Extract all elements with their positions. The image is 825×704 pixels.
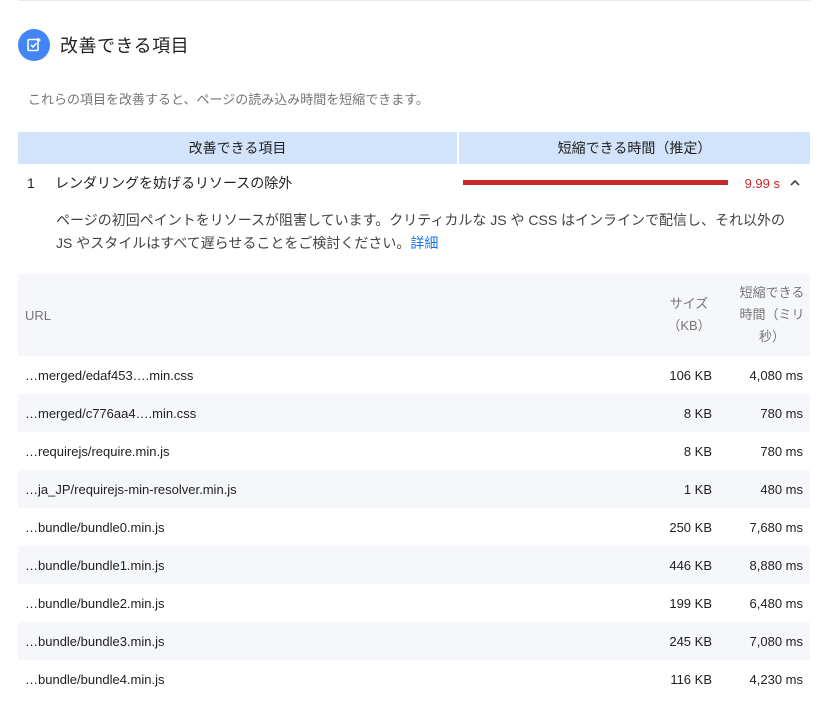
table-row: …requirejs/require.min.js 8 KB 780 ms: [18, 432, 810, 470]
resource-savings: 7,680 ms: [749, 519, 803, 535]
table-row: …bundle/bundle3.min.js 245 KB 7,080 ms: [18, 622, 810, 660]
resource-size: 106 KB: [669, 367, 712, 383]
learn-more-link[interactable]: 詳細: [410, 235, 438, 251]
table-row: …bundle/bundle4.min.js 116 KB 4,230 ms: [18, 660, 810, 698]
resource-url[interactable]: …requirejs/require.min.js: [18, 444, 618, 459]
resource-url[interactable]: …merged/edaf453….min.css: [18, 368, 618, 383]
resource-url[interactable]: …bundle/bundle2.min.js: [18, 596, 618, 611]
audit-index: 1: [27, 175, 35, 191]
column-header-opportunity: 改善できる項目: [18, 132, 457, 164]
table-row: …merged/edaf453….min.css 106 KB 4,080 ms: [18, 356, 810, 394]
resource-size: 245 KB: [669, 633, 712, 649]
resource-size: 1 KB: [683, 481, 712, 497]
details-header: URL サイズ （KB） 短縮できる 時間（ミリ 秒）: [18, 274, 810, 356]
top-divider: [18, 0, 810, 1]
savings-bar-fill: [463, 180, 728, 185]
resource-savings: 4,230 ms: [749, 671, 803, 687]
column-header-savings: 短縮できる時間（推定）: [459, 132, 810, 164]
size-header-line2: （KB）: [667, 318, 711, 333]
resource-url[interactable]: …bundle/bundle3.min.js: [18, 634, 618, 649]
resource-url[interactable]: …bundle/bundle0.min.js: [18, 520, 618, 535]
column-header-url: URL: [25, 307, 52, 323]
details-table: URL サイズ （KB） 短縮できる 時間（ミリ 秒） …merged/edaf…: [18, 274, 810, 698]
resource-savings: 7,080 ms: [749, 633, 803, 649]
resource-size: 250 KB: [669, 519, 712, 535]
table-row: …bundle/bundle2.min.js 199 KB 6,480 ms: [18, 584, 810, 622]
resource-size: 199 KB: [669, 595, 712, 611]
resource-size: 8 KB: [683, 443, 712, 459]
resource-savings: 780 ms: [760, 443, 803, 459]
savings-bar: [463, 180, 728, 186]
size-header-line1: サイズ: [669, 296, 709, 311]
audit-row-render-blocking[interactable]: 1 レンダリングを妨げるリソースの除外 9.99 s: [18, 168, 810, 198]
table-row: …ja_JP/requirejs-min-resolver.min.js 1 KB…: [18, 470, 810, 508]
resource-size: 446 KB: [669, 557, 712, 573]
resource-size: 8 KB: [683, 405, 712, 421]
resource-url[interactable]: …merged/c776aa4….min.css: [18, 406, 618, 421]
table-row: …merged/c776aa4….min.css 8 KB 780 ms: [18, 394, 810, 432]
column-header-size: サイズ （KB）: [618, 293, 714, 337]
resource-savings: 480 ms: [760, 481, 803, 497]
resource-url[interactable]: …bundle/bundle1.min.js: [18, 558, 618, 573]
opportunity-icon: [18, 29, 50, 61]
section-header: 改善できる項目: [18, 28, 189, 62]
savings-value: 9.99 s: [744, 175, 780, 191]
column-header-time: 短縮できる 時間（ミリ 秒）: [714, 282, 810, 348]
section-title: 改善できる項目: [60, 36, 190, 56]
audit-description: ページの初回ペイントをリソースが阻害しています。クリティカルな JS や CSS…: [56, 209, 796, 255]
resource-savings: 8,880 ms: [749, 557, 803, 573]
table-row: …bundle/bundle1.min.js 446 KB 8,880 ms: [18, 546, 810, 584]
resource-savings: 780 ms: [760, 405, 803, 421]
table-row: …bundle/bundle0.min.js 250 KB 7,680 ms: [18, 508, 810, 546]
chevron-up-icon[interactable]: [780, 179, 810, 187]
time-header-line1: 短縮できる: [739, 285, 805, 300]
details-rows: …merged/edaf453….min.css 106 KB 4,080 ms …m…: [18, 356, 810, 698]
resource-savings: 4,080 ms: [749, 367, 803, 383]
time-header-line3: 秒）: [758, 329, 785, 344]
resource-url[interactable]: …ja_JP/requirejs-min-resolver.min.js: [18, 482, 618, 497]
time-header-line2: 時間（ミリ: [739, 307, 805, 322]
resource-savings: 6,480 ms: [749, 595, 803, 611]
resource-url[interactable]: …bundle/bundle4.min.js: [18, 672, 618, 687]
resource-size: 116 KB: [670, 671, 712, 687]
audit-title: レンダリングを妨げるリソースの除外: [55, 175, 293, 191]
section-description: これらの項目を改善すると、ページの読み込み時間を短縮できます。: [28, 92, 429, 107]
opportunity-table-header: 改善できる項目 短縮できる時間（推定）: [18, 132, 810, 164]
